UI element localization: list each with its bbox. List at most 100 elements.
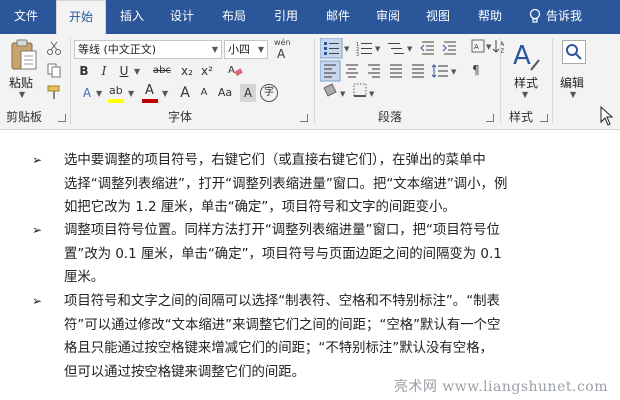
font-color-button[interactable]: A — [142, 83, 160, 104]
styles-label: 样式 — [514, 76, 539, 90]
tab-design[interactable]: 设计 — [162, 0, 202, 34]
tab-help[interactable]: 帮助 — [470, 0, 510, 34]
list-item[interactable]: 选中要调整的项目符号，右键它们（或直接右键它们），在弹出的菜单中 选择“调整列表… — [64, 149, 584, 220]
phonetic-a-label: A — [277, 47, 286, 61]
bullet-arrow-icon: ➢ — [32, 153, 43, 167]
list-item-line: 项目符号和文字之间的间隔可以选择“制表符、空格和不特别标注”。“制表 — [64, 294, 500, 309]
underline-button[interactable]: U — [116, 62, 132, 80]
highlight-color-bar — [108, 99, 124, 103]
chevron-down-icon[interactable]: ▼ — [162, 89, 168, 98]
svg-text:▼: ▼ — [486, 43, 492, 51]
styles-group-label: 样式 — [508, 110, 533, 124]
character-shading-button[interactable]: A — [240, 84, 256, 102]
chevron-down-icon: ▼ — [257, 45, 264, 54]
paragraph-buttons-icon: ▼ 123 ▼ ▼ ▼ ▼ ▼ A ▼ A Z ¶ — [320, 38, 505, 98]
bullet-arrow-icon: ➢ — [32, 294, 43, 308]
list-item-line: 格且只能通过按空格键来增减它们的间距；“不特别标注”默认没有空格， — [64, 341, 493, 356]
editing-dropdown-icon[interactable]: ▼ — [570, 90, 576, 99]
mouse-cursor-icon — [600, 106, 614, 126]
subscript-button[interactable]: x₂ — [178, 62, 196, 80]
paste-dropdown-icon[interactable]: ▼ — [19, 90, 25, 99]
list-item-line: 如把它改为 1.2 厘米，单击“确定”，项目符号和文字的间距变小。 — [64, 200, 456, 215]
clipboard-launcher-icon[interactable] — [58, 114, 66, 122]
font-color-bar — [142, 99, 158, 103]
highlight-label: ab — [109, 84, 123, 97]
lightbulb-icon — [529, 8, 541, 23]
shrink-font-button[interactable]: A — [196, 84, 212, 102]
styles-dropdown-icon[interactable]: ▼ — [522, 90, 528, 99]
cut-icon[interactable] — [44, 40, 64, 58]
enclose-characters-button[interactable]: 字 — [260, 84, 278, 102]
group-divider — [314, 38, 315, 124]
list-item-line: 选择“调整列表缩进”，打开“调整列表缩进量”窗口。把“文本缩进”调小，例 — [64, 176, 508, 192]
svg-text:▼: ▼ — [369, 90, 375, 98]
svg-text:¶: ¶ — [472, 63, 480, 77]
group-divider — [552, 38, 553, 124]
font-name-value: 等线 (中文正文) — [78, 43, 157, 56]
tell-me-box[interactable]: 告诉我 — [526, 0, 616, 34]
font-name-select[interactable]: 等线 (中文正文) ▼ — [74, 40, 222, 59]
svg-text:A: A — [474, 43, 479, 51]
format-painter-icon[interactable] — [44, 84, 64, 102]
list-item-line: 调整项目符号位置。同样方法打开“调整列表缩进量”窗口，把“项目符号位 — [64, 223, 500, 238]
clipboard-group-label: 剪贴板 — [5, 110, 42, 124]
svg-text:▼: ▼ — [340, 90, 346, 98]
svg-text:A: A — [513, 41, 531, 71]
list-item-line: 置”改为 0.1 厘米，单击“确定”，项目符号与页面边距之间的间隔变为 0.1 — [64, 246, 502, 262]
document-body[interactable]: ➢ 选中要调整的项目符号，右键它们（或直接右键它们），在弹出的菜单中 选择“调整… — [0, 131, 620, 400]
ribbon-tab-bar: 文件 开始 插入 设计 布局 引用 邮件 审阅 视图 帮助 告诉我 — [0, 0, 620, 35]
chevron-down-icon[interactable]: ▼ — [134, 67, 140, 76]
styles-button[interactable]: A 样式 ▼ — [506, 38, 546, 104]
copy-icon[interactable] — [44, 62, 64, 80]
styles-icon: A — [513, 41, 540, 71]
tab-view[interactable]: 视图 — [418, 0, 458, 34]
list-item-line: 符”可以通过修改“文本缩进”来调整它们之间的间距；“空格”默认有一个空 — [64, 317, 501, 333]
list-item-line: 厘米。 — [64, 270, 105, 285]
list-item-line: 选中要调整的项目符号，右键它们（或直接右键它们），在弹出的菜单中 — [64, 153, 486, 168]
svg-text:A: A — [228, 65, 235, 76]
font-launcher-icon[interactable] — [300, 114, 308, 122]
styles-launcher-icon[interactable] — [540, 114, 548, 122]
font-group-label: 字体 — [167, 110, 192, 124]
chevron-down-icon[interactable]: ▼ — [96, 89, 102, 98]
tab-layout[interactable]: 布局 — [214, 0, 254, 34]
paragraph-launcher-icon[interactable] — [486, 114, 494, 122]
group-divider — [70, 38, 71, 124]
chevron-down-icon[interactable]: ▼ — [128, 89, 134, 98]
copy-pages-icon — [47, 63, 61, 78]
highlight-color-button[interactable]: ab — [108, 84, 126, 104]
superscript-button[interactable]: x² — [198, 62, 216, 80]
tab-file[interactable]: 文件 — [6, 0, 46, 34]
strikethrough-button[interactable]: abc — [150, 62, 174, 80]
watermark: 亮术网 www.liangshunet.com — [393, 379, 608, 395]
tab-references[interactable]: 引用 — [266, 0, 306, 34]
list-item[interactable]: 调整项目符号位置。同样方法打开“调整列表缩进量”窗口，把“项目符号位 置”改为 … — [64, 219, 584, 290]
chevron-down-icon: ▼ — [211, 45, 218, 54]
phonetic-guide-button[interactable]: wén A — [272, 38, 294, 62]
tab-insert[interactable]: 插入 — [112, 0, 152, 34]
phonetic-wen-label: wén — [274, 38, 291, 47]
clear-formatting-icon[interactable]: A — [226, 62, 244, 80]
list-item[interactable]: 项目符号和文字之间的间隔可以选择“制表符、空格和不特别标注”。“制表 符”可以通… — [64, 290, 584, 384]
group-divider — [500, 38, 501, 124]
svg-text:3: 3 — [356, 52, 359, 58]
magnifier-icon — [562, 40, 586, 64]
font-color-label: A — [145, 83, 154, 98]
tab-mailings[interactable]: 邮件 — [318, 0, 358, 34]
tab-home[interactable]: 开始 — [56, 0, 106, 35]
italic-button[interactable]: I — [96, 62, 112, 80]
eraser-icon: A — [228, 65, 243, 77]
svg-text:▼: ▼ — [344, 45, 350, 53]
scissors-icon — [47, 41, 61, 55]
tab-review[interactable]: 审阅 — [368, 0, 408, 34]
change-case-button[interactable]: Aa — [214, 84, 236, 102]
text-effects-button[interactable]: A — [76, 84, 98, 102]
font-size-select[interactable]: 小四 ▼ — [224, 40, 268, 59]
bullet-arrow-icon: ➢ — [32, 223, 43, 237]
bold-button[interactable]: B — [76, 62, 92, 80]
paste-button[interactable]: 粘贴 ▼ — [6, 38, 42, 104]
editing-button[interactable]: 编辑 ▼ — [556, 38, 592, 104]
grow-font-button[interactable]: A — [176, 84, 194, 102]
ribbon-home: 粘贴 ▼ 剪贴板 等线 (中文正文) ▼ 小四 ▼ wén A B I U ▼ … — [0, 34, 620, 130]
paste-icon — [11, 39, 37, 70]
